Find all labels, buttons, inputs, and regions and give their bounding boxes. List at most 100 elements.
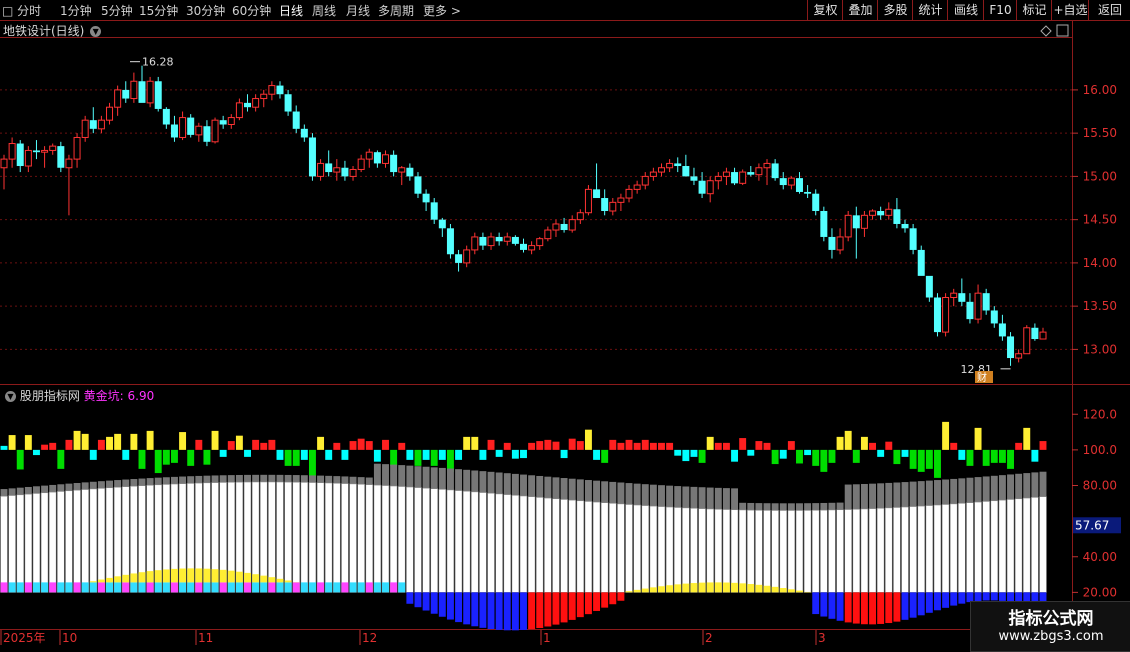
white-bar xyxy=(57,491,64,592)
osc-bar-down xyxy=(33,450,40,455)
grey-bar xyxy=(747,503,754,510)
pit-bar xyxy=(609,592,616,604)
chart-canvas[interactable]: 16.0015.5015.0014.5014.0013.5013.0016.28… xyxy=(0,0,1130,650)
white-bar xyxy=(463,491,470,592)
osc-bar-down xyxy=(828,450,835,463)
osc-bar-up xyxy=(869,443,876,450)
white-bar xyxy=(382,486,389,593)
osc-bar-down xyxy=(1007,450,1014,469)
candle-body xyxy=(991,310,998,323)
osc-bar-up xyxy=(74,431,81,450)
candle-body xyxy=(439,220,446,229)
low-band-bar xyxy=(49,582,56,592)
osc-bar-down xyxy=(496,450,503,457)
grey-bar xyxy=(520,475,527,496)
pit-bar xyxy=(926,592,933,612)
grey-bar xyxy=(252,475,259,482)
square-icon[interactable] xyxy=(1057,25,1068,36)
grey-bar xyxy=(268,475,275,482)
pit-bar xyxy=(423,592,430,610)
candle-body xyxy=(464,250,470,263)
white-bar xyxy=(975,502,982,592)
candle-body xyxy=(309,137,316,176)
candle-body xyxy=(520,244,527,250)
osc-bar-up xyxy=(333,443,340,450)
grey-bar xyxy=(715,488,722,509)
low-band-bar xyxy=(252,582,259,592)
diamond-icon[interactable] xyxy=(1041,26,1051,36)
white-bar xyxy=(98,488,105,592)
white-bar xyxy=(634,505,641,592)
grey-bar xyxy=(423,467,430,488)
gold-band-bar xyxy=(715,582,722,592)
grey-bar xyxy=(122,480,129,487)
white-bar xyxy=(755,510,762,592)
osc-bar-down xyxy=(731,450,738,462)
ind-tick-label: 80.00 xyxy=(1083,479,1117,493)
white-bar xyxy=(950,504,957,593)
low-band-bar xyxy=(9,582,16,592)
time-axis-label: 1 xyxy=(543,631,551,645)
osc-bar-down xyxy=(983,450,990,466)
candle-body xyxy=(577,213,583,220)
candle-body xyxy=(861,215,867,228)
gold-band-bar xyxy=(220,570,227,583)
grey-bar xyxy=(333,476,340,483)
candle-body xyxy=(66,159,72,168)
grey-bar xyxy=(991,476,998,501)
candle-body xyxy=(318,163,324,176)
white-bar xyxy=(398,486,405,592)
osc-bar-down xyxy=(918,450,925,472)
osc-bar-up xyxy=(707,437,714,450)
osc-bar-up xyxy=(350,441,357,450)
osc-bar-down xyxy=(455,450,462,460)
candle-body xyxy=(17,144,24,166)
low-band-bar xyxy=(236,582,243,592)
osc-bar-up xyxy=(179,432,186,450)
grey-bar xyxy=(390,465,397,486)
current-value-label: 57.67 xyxy=(1075,518,1109,532)
candle-body xyxy=(187,118,194,135)
grey-bar xyxy=(98,481,105,488)
grey-bar xyxy=(812,503,819,510)
candle-body xyxy=(390,155,397,172)
white-bar xyxy=(293,482,300,592)
event-badge-label[interactable]: 财 xyxy=(977,371,987,384)
grey-bar xyxy=(236,475,243,482)
pit-bar xyxy=(828,592,835,618)
gold-band-bar xyxy=(755,585,762,593)
white-bar xyxy=(999,500,1006,592)
osc-bar-up xyxy=(382,440,389,450)
grey-bar xyxy=(788,503,795,510)
osc-bar-down xyxy=(512,450,519,459)
white-bar xyxy=(593,502,600,592)
gold-band-bar xyxy=(179,569,186,583)
candle-body xyxy=(650,172,656,176)
pit-bar xyxy=(455,592,462,622)
low-band-bar xyxy=(309,582,316,592)
candle-body xyxy=(740,172,746,183)
candle-body xyxy=(374,152,381,163)
grey-bar xyxy=(910,482,917,507)
white-bar xyxy=(845,509,852,592)
gold-band-bar xyxy=(699,583,706,593)
white-bar xyxy=(699,509,706,593)
white-bar xyxy=(764,510,771,592)
white-bar xyxy=(90,489,97,592)
grey-bar xyxy=(285,475,292,482)
osc-bar-down xyxy=(747,450,754,456)
grey-bar xyxy=(577,479,584,500)
grey-bar xyxy=(569,479,576,500)
white-bar xyxy=(65,491,72,593)
osc-bar-up xyxy=(317,437,324,450)
pit-bar xyxy=(869,592,876,624)
grey-bar xyxy=(544,477,551,498)
white-bar xyxy=(966,503,973,593)
grey-bar xyxy=(341,476,348,483)
low-band-bar xyxy=(17,582,24,592)
candle-body xyxy=(406,168,413,177)
osc-bar-down xyxy=(780,450,787,459)
grey-bar xyxy=(187,476,194,483)
low-band-bar xyxy=(366,582,373,592)
osc-bar-up xyxy=(837,437,844,450)
